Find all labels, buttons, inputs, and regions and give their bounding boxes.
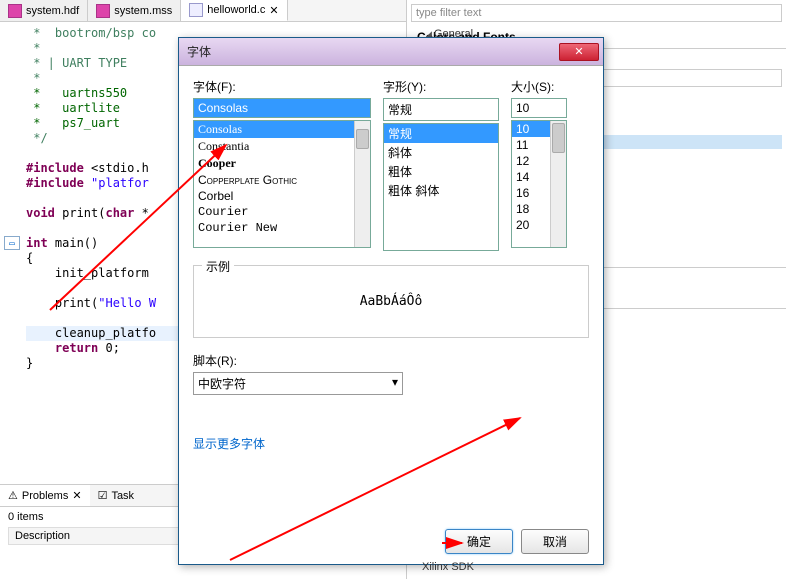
dialog-title: 字体 — [187, 43, 211, 60]
scrollbar[interactable] — [550, 121, 566, 247]
list-item[interactable]: 常规 — [384, 124, 498, 143]
font-dialog: 字体 ✕ 字体(F): Consolas Consolas Constantia… — [178, 37, 604, 565]
filter-input-outer[interactable]: type filter text — [411, 4, 782, 22]
fold-icon[interactable]: ▭ — [4, 236, 20, 250]
show-more-fonts-link[interactable]: 显示更多字体 — [193, 435, 265, 452]
tab-problems[interactable]: ⚠Problems ✕ — [0, 485, 90, 506]
cancel-button[interactable]: 取消 — [521, 529, 589, 554]
file-icon — [96, 4, 110, 18]
scrollbar-thumb[interactable] — [356, 129, 369, 149]
sample-group: 示例 AaBbÁáÔô — [193, 265, 589, 338]
status-bar-fragment: Xilinx SDK — [422, 561, 474, 573]
c-file-icon — [189, 3, 203, 17]
list-item[interactable]: Copperplate Gothic — [194, 172, 370, 188]
list-item[interactable]: Corbel — [194, 188, 370, 204]
script-label: 脚本(R): — [193, 352, 589, 369]
tab-label: system.hdf — [26, 5, 79, 17]
list-item[interactable]: 粗体 — [384, 162, 498, 181]
combo-value: 中欧字符 — [198, 375, 246, 392]
sample-label: 示例 — [202, 258, 234, 275]
close-tab-icon[interactable]: ✕ — [269, 4, 278, 17]
scrollbar-thumb[interactable] — [552, 123, 565, 153]
ok-button[interactable]: 确定 — [445, 529, 513, 554]
dialog-titlebar[interactable]: 字体 ✕ — [179, 38, 603, 66]
list-item[interactable]: 粗体 斜体 — [384, 181, 498, 200]
list-item[interactable]: Courier New — [194, 220, 370, 236]
style-label: 字形(Y): — [383, 78, 499, 95]
list-item[interactable]: Cooper — [194, 155, 370, 172]
font-label: 字体(F): — [193, 78, 371, 95]
file-icon — [8, 4, 22, 18]
close-icon[interactable]: ✕ — [72, 489, 81, 502]
list-item[interactable]: Courier — [194, 204, 370, 220]
tab-tasks[interactable]: ☑Task — [90, 485, 143, 506]
list-item[interactable]: Consolas — [194, 121, 370, 138]
dialog-close-button[interactable]: ✕ — [559, 43, 599, 61]
list-item[interactable]: 斜体 — [384, 143, 498, 162]
font-size-input[interactable]: 10 — [511, 98, 567, 118]
font-listbox[interactable]: Consolas Constantia Cooper Copperplate G… — [193, 120, 371, 248]
font-style-input[interactable]: 常规 — [383, 98, 499, 121]
tab-system-mss[interactable]: system.mss — [88, 0, 181, 21]
size-label: 大小(S): — [511, 78, 567, 95]
style-listbox[interactable]: 常规 斜体 粗体 粗体 斜体 — [383, 123, 499, 251]
chevron-down-icon: ▾ — [392, 375, 398, 392]
problems-icon: ⚠ — [8, 489, 18, 502]
list-item[interactable]: Constantia — [194, 138, 370, 155]
editor-tabs: system.hdf system.mss helloworld.c ✕ — [0, 0, 406, 22]
tab-label: system.mss — [114, 5, 172, 17]
scrollbar[interactable] — [354, 121, 370, 247]
script-combo[interactable]: 中欧字符 ▾ — [193, 372, 403, 395]
sample-text: AaBbÁáÔô — [202, 274, 580, 329]
size-listbox[interactable]: 10 11 12 14 16 18 20 — [511, 120, 567, 248]
tab-system-hdf[interactable]: system.hdf — [0, 0, 88, 21]
tab-label: helloworld.c — [207, 4, 265, 16]
font-name-input[interactable]: Consolas — [193, 98, 371, 118]
tab-helloworld-c[interactable]: helloworld.c ✕ — [181, 0, 287, 21]
tasks-icon: ☑ — [98, 489, 108, 502]
